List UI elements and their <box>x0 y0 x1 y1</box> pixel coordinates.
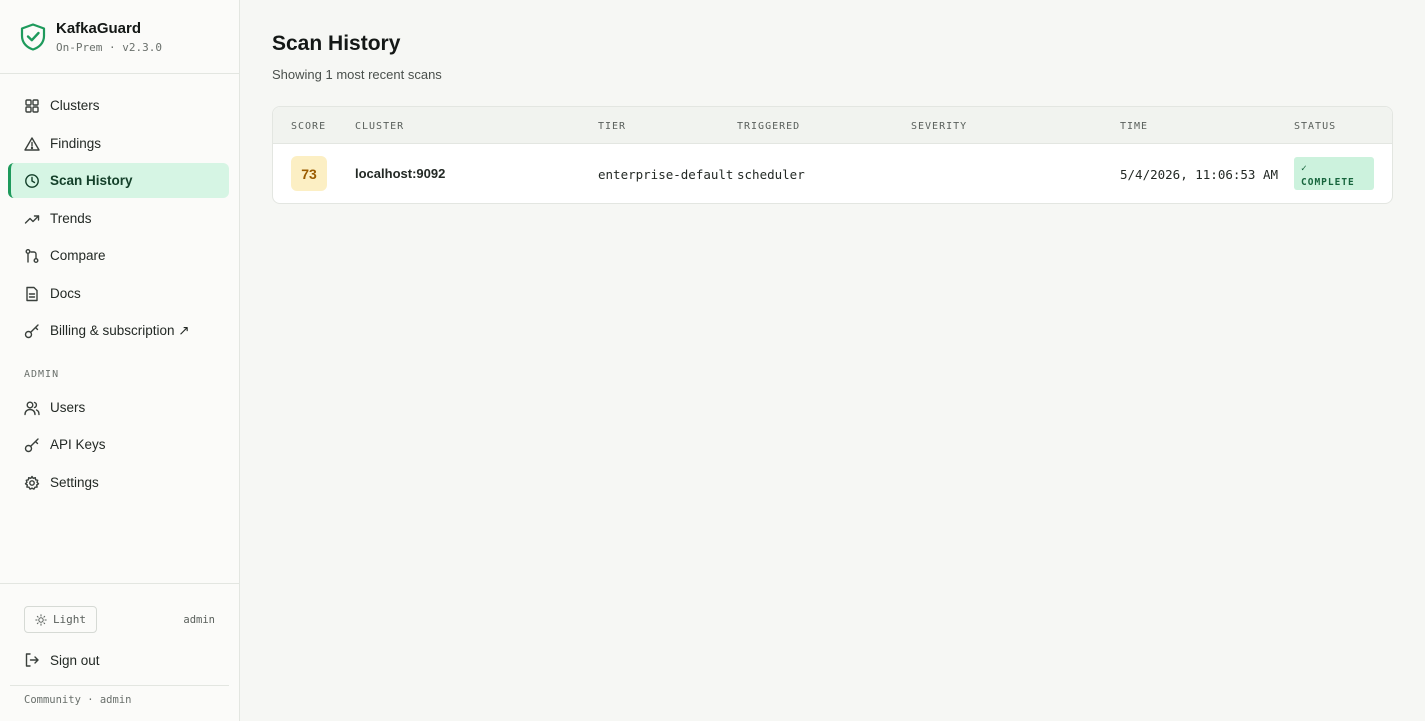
brand-name: KafkaGuard <box>56 19 142 37</box>
shield-check-icon <box>20 22 46 51</box>
scan-history-table: SCORE CLUSTER TIER TRIGGERED SEVERITY TI… <box>272 106 1393 204</box>
nav-item-label: Billing & subscription ↗ <box>50 322 190 338</box>
warning-triangle-icon <box>24 136 40 151</box>
sidebar: KafkaGuard On-Prem · v2.3.0 Clusters Fin… <box>0 0 240 721</box>
nav-item-findings[interactable]: Findings <box>8 126 229 161</box>
column-header-status[interactable]: STATUS <box>1294 121 1336 132</box>
nav-item-billing[interactable]: Billing & subscription ↗ <box>8 313 229 348</box>
column-header-triggered[interactable]: TRIGGERED <box>737 121 800 132</box>
nav-item-label: Findings <box>50 136 102 151</box>
nav-item-label: Clusters <box>50 98 100 113</box>
sign-out-button[interactable]: Sign out <box>8 643 229 677</box>
nav-item-docs[interactable]: Docs <box>8 276 229 311</box>
column-header-tier[interactable]: TIER <box>598 121 626 132</box>
page-title: Scan History <box>272 32 401 55</box>
admin-section-label: ADMIN <box>24 369 60 380</box>
nav-item-trends[interactable]: Trends <box>8 201 229 236</box>
sun-icon <box>35 613 47 626</box>
nav-item-label: Users <box>50 400 86 415</box>
users-icon <box>24 401 40 415</box>
sidebar-footer: Light admin Sign out Community · admin <box>0 583 239 706</box>
nav-item-label: Scan History <box>50 173 133 188</box>
grid-icon <box>25 98 39 113</box>
nav-item-settings[interactable]: Settings <box>8 465 229 500</box>
column-header-cluster[interactable]: CLUSTER <box>355 121 404 132</box>
main-content: Scan History Showing 1 most recent scans… <box>240 0 1425 721</box>
sign-out-label: Sign out <box>50 652 100 668</box>
column-header-severity[interactable]: SEVERITY <box>911 121 967 132</box>
plan-info: Community · admin <box>24 694 132 706</box>
nav-item-label: Docs <box>50 286 81 301</box>
nav-item-users[interactable]: Users <box>8 390 229 425</box>
sign-out-icon <box>25 653 39 667</box>
key-icon <box>24 437 39 452</box>
key-icon <box>24 323 39 338</box>
score-badge: 73 <box>291 156 327 191</box>
nav-item-clusters[interactable]: Clusters <box>8 88 229 123</box>
compare-icon <box>25 248 39 263</box>
table-row[interactable]: 73 localhost:9092 enterprise-default sch… <box>273 144 1392 203</box>
table-header: SCORE CLUSTER TIER TRIGGERED SEVERITY TI… <box>273 107 1392 144</box>
current-user: admin <box>183 614 215 626</box>
nav-item-label: API Keys <box>50 437 106 452</box>
clock-icon <box>25 173 39 188</box>
divider <box>10 685 229 686</box>
theme-toggle-button[interactable]: Light <box>24 606 97 633</box>
status-label: COMPLETE <box>1301 177 1355 188</box>
nav-item-compare[interactable]: Compare <box>8 238 229 273</box>
tier-cell: enterprise-default <box>598 167 734 182</box>
nav-item-label: Settings <box>50 475 99 490</box>
nav-item-label: Compare <box>50 248 106 263</box>
brand-version: On-Prem · v2.3.0 <box>56 40 162 54</box>
column-header-time[interactable]: TIME <box>1120 121 1148 132</box>
triggered-cell: scheduler <box>737 167 805 182</box>
document-icon <box>26 286 38 301</box>
cluster-cell[interactable]: localhost:9092 <box>355 166 445 181</box>
theme-toggle-label: Light <box>52 613 87 626</box>
column-header-score[interactable]: SCORE <box>291 121 326 132</box>
page-subtitle: Showing 1 most recent scans <box>272 67 442 82</box>
brand-header: KafkaGuard On-Prem · v2.3.0 <box>0 0 239 74</box>
status-badge: ✓ COMPLETE <box>1294 157 1374 190</box>
check-icon: ✓ <box>1301 163 1308 174</box>
gear-icon <box>24 475 40 490</box>
nav-item-api-keys[interactable]: API Keys <box>8 427 229 462</box>
trend-up-icon <box>24 214 40 224</box>
nav-item-scan-history[interactable]: Scan History <box>8 163 229 198</box>
time-cell: 5/4/2026, 11:06:53 AM <box>1120 167 1279 182</box>
nav-item-label: Trends <box>50 211 92 226</box>
